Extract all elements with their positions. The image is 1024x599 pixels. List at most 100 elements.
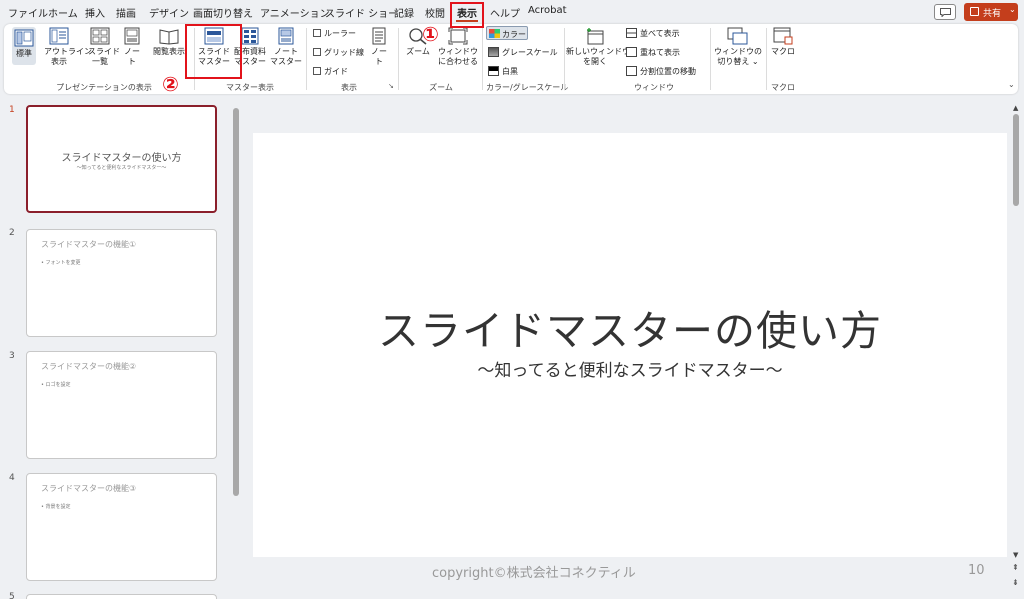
- switch-windows-button[interactable]: ウィンドウの 切り替え ⌄: [712, 27, 764, 67]
- group-label-master-views: マスター表示: [226, 83, 274, 92]
- thumbnail-title: スライドマスターの機能②: [41, 362, 137, 371]
- arrange-all-button[interactable]: 並べて表示: [626, 28, 680, 39]
- notes-page-label-1: ノー: [124, 47, 140, 56]
- reading-view-button[interactable]: 閲覧表示: [149, 27, 189, 57]
- scroll-up-icon[interactable]: ▲: [1013, 104, 1018, 112]
- tab-slideshow[interactable]: スライド ショー: [325, 5, 398, 20]
- fit-to-window-button[interactable]: ウィンドウ に合わせる: [436, 27, 480, 67]
- notes-master-icon: [278, 27, 294, 45]
- normal-view-label: 標準: [16, 49, 32, 58]
- new-window-icon: [587, 28, 604, 45]
- group-label-macros: マクロ: [771, 83, 795, 92]
- color-swatch-icon: [489, 29, 500, 38]
- ruler-label: ルーラー: [324, 29, 356, 38]
- slide-title[interactable]: スライドマスターの使い方: [253, 297, 1007, 357]
- scrollbar-thumb[interactable]: [233, 108, 239, 496]
- slide-thumbnail-2[interactable]: スライドマスターの機能① • フォントを変更: [26, 229, 217, 337]
- scrollbar-thumb[interactable]: [1013, 114, 1019, 206]
- thumbnail-scrollbar[interactable]: [232, 104, 240, 599]
- notes-master-label-2: マスター: [270, 57, 302, 66]
- cascade-button[interactable]: 重ねて表示: [626, 47, 680, 58]
- outline-view-label-1: アウトライン: [44, 47, 92, 56]
- color-button[interactable]: カラー: [486, 26, 528, 40]
- tab-home[interactable]: ホーム: [48, 5, 78, 20]
- annotation-box-slide-master: [185, 24, 242, 79]
- new-window-button[interactable]: 新しいウィンドウ を開く: [566, 27, 630, 67]
- thumbnail-bullet: • フォントを変更: [41, 260, 81, 266]
- slide-thumbnail-3[interactable]: スライドマスターの機能② • ロゴを設定: [26, 351, 217, 459]
- slide-subtitle[interactable]: 〜知ってると便利なスライドマスター〜: [253, 356, 1007, 381]
- move-split-icon: [626, 66, 637, 76]
- menu-bar: ファイル ホーム 挿入 描画 デザイン 画面切り替え アニメーション スライド …: [0, 0, 1024, 24]
- slide-number: 3: [9, 351, 15, 361]
- black-white-label: 白黒: [502, 67, 518, 76]
- scroll-down-icon[interactable]: ▼: [1013, 551, 1018, 559]
- thumbnail-subtitle: 〜知ってると便利なスライドマスター〜: [76, 165, 167, 171]
- tab-transitions[interactable]: 画面切り替え: [193, 5, 253, 20]
- ribbon-separator: [766, 28, 767, 90]
- tab-acrobat[interactable]: Acrobat: [528, 5, 567, 16]
- fit-to-window-label-2: に合わせる: [438, 57, 478, 66]
- new-window-label-1: 新しいウィンドウ: [566, 47, 630, 56]
- new-window-label-2: を開く: [583, 57, 607, 66]
- thumbnail-title: スライドマスターの使い方: [61, 153, 182, 164]
- slide-canvas[interactable]: スライドマスターの使い方 〜知ってると便利なスライドマスター〜: [253, 133, 1007, 557]
- tab-animations[interactable]: アニメーション: [260, 5, 330, 20]
- group-label-show: 表示: [341, 83, 357, 92]
- ruler-checkbox[interactable]: ルーラー: [313, 28, 356, 39]
- macros-button[interactable]: マクロ: [768, 27, 798, 57]
- collapse-ribbon-icon[interactable]: ⌄: [1008, 80, 1015, 89]
- normal-view-button[interactable]: 標準: [12, 27, 36, 65]
- notes-button[interactable]: ノー ト: [368, 27, 390, 67]
- group-label-window: ウィンドウ: [634, 83, 674, 92]
- annotation-box-view-tab: [450, 2, 484, 28]
- notes-master-label-1: ノート: [274, 47, 298, 56]
- move-split-button[interactable]: 分割位置の移動: [626, 66, 696, 77]
- tab-record[interactable]: 記録: [394, 5, 414, 20]
- switch-windows-label-1: ウィンドウの: [714, 47, 762, 56]
- group-label-zoom: ズーム: [429, 83, 453, 92]
- tab-draw[interactable]: 描画: [116, 5, 136, 20]
- reading-view-icon: [159, 29, 179, 45]
- tab-file[interactable]: ファイル: [8, 5, 48, 20]
- checkbox-icon: [313, 67, 321, 75]
- notes-page-icon: [124, 27, 140, 45]
- guides-checkbox[interactable]: ガイド: [313, 66, 348, 77]
- next-slide-icon[interactable]: ⇟: [1012, 578, 1019, 587]
- switch-windows-icon: [727, 27, 748, 45]
- tab-design[interactable]: デザイン: [149, 5, 189, 20]
- slide-number: 5: [9, 592, 15, 599]
- notes-master-button[interactable]: ノート マスター: [270, 27, 302, 67]
- slide-thumbnail-5[interactable]: [26, 594, 217, 599]
- checkbox-icon: [313, 48, 321, 56]
- slide-number: 1: [9, 105, 15, 115]
- arrange-all-icon: [626, 28, 637, 38]
- slide-thumbnail-1[interactable]: スライドマスターの使い方 〜知ってると便利なスライドマスター〜: [26, 105, 217, 213]
- grayscale-button[interactable]: グレースケール: [488, 47, 558, 58]
- tab-insert[interactable]: 挿入: [85, 5, 105, 20]
- notes-page-button[interactable]: ノー ト: [122, 27, 142, 67]
- comment-icon: [940, 8, 951, 17]
- thumbnail-title: スライドマスターの機能③: [41, 484, 137, 493]
- black-white-icon: [488, 66, 499, 76]
- footer-page-number: 10: [968, 563, 985, 578]
- gridlines-checkbox[interactable]: グリッド線: [313, 47, 364, 58]
- switch-windows-label-2: 切り替え ⌄: [717, 57, 759, 66]
- slide-scrollbar[interactable]: ▲ ▼ ⇞ ⇟: [1010, 104, 1022, 599]
- reading-view-label: 閲覧表示: [153, 47, 185, 56]
- slide-thumbnail-4[interactable]: スライドマスターの機能③ • 背景を設定: [26, 473, 217, 581]
- notes-label-1: ノー: [371, 47, 387, 56]
- previous-slide-icon[interactable]: ⇞: [1012, 563, 1019, 572]
- slide-number: 2: [9, 228, 15, 238]
- dialog-launcher-icon[interactable]: ↘: [388, 82, 394, 90]
- black-white-button[interactable]: 白黒: [488, 66, 518, 77]
- comments-button[interactable]: [934, 4, 956, 20]
- share-button[interactable]: 共有 ⌄: [964, 3, 1018, 21]
- tab-review[interactable]: 校閲: [425, 5, 445, 20]
- slide-sorter-button[interactable]: スライド 一覧: [88, 27, 120, 67]
- share-label: 共有: [983, 9, 1002, 19]
- annotation-step-1: ①: [422, 22, 439, 46]
- tab-help[interactable]: ヘルプ: [490, 5, 520, 20]
- thumbnail-bullet: • 背景を設定: [41, 504, 71, 510]
- outline-view-button[interactable]: アウトライン 表示: [44, 27, 92, 67]
